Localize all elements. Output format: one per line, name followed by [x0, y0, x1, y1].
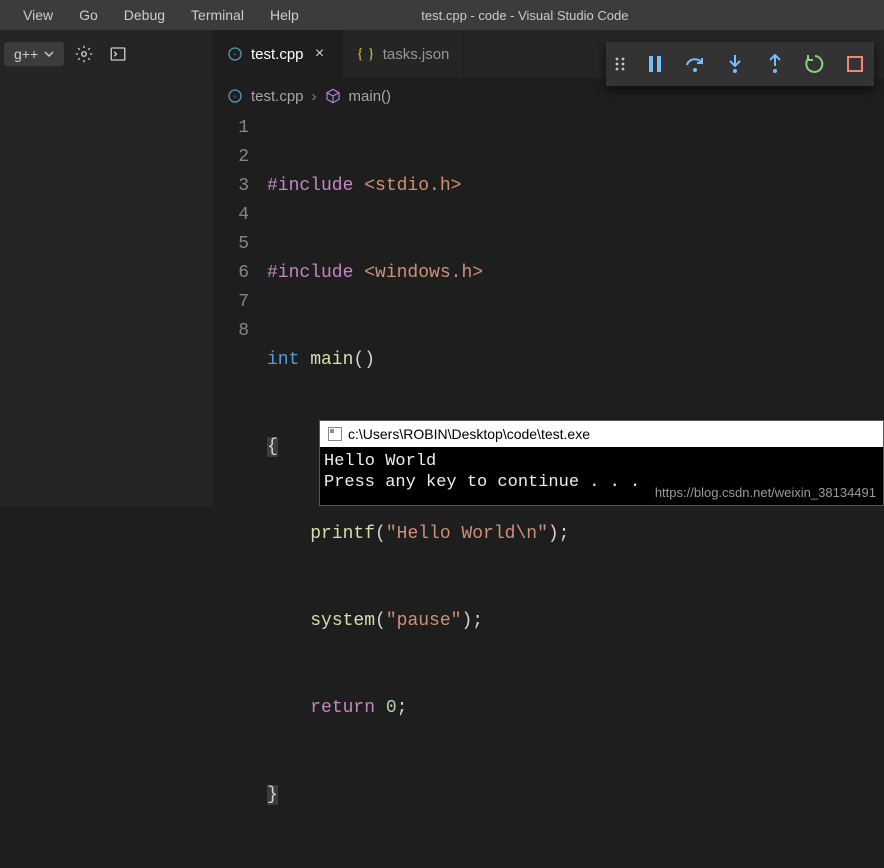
- step-into-icon[interactable]: [724, 53, 746, 75]
- restart-icon[interactable]: [804, 53, 826, 75]
- close-icon[interactable]: ×: [312, 45, 328, 63]
- window-title: test.cpp - code - Visual Studio Code: [421, 8, 628, 23]
- breadcrumb-symbol: main(): [349, 88, 392, 105]
- json-file-icon: { }: [357, 46, 375, 63]
- menu-help[interactable]: Help: [257, 7, 312, 23]
- cpp-file-icon: +: [227, 46, 243, 62]
- sidebar-panel: [0, 78, 213, 506]
- compiler-label: g++: [14, 46, 38, 62]
- menu-go[interactable]: Go: [66, 7, 111, 23]
- pause-icon[interactable]: [644, 53, 666, 75]
- stop-icon[interactable]: [844, 53, 866, 75]
- breadcrumb-separator: ›: [312, 88, 317, 105]
- tab-tasks-json[interactable]: { } tasks.json: [343, 30, 465, 78]
- console-title: c:\Users\ROBIN\Desktop\code\test.exe: [348, 426, 590, 442]
- menu-view[interactable]: View: [10, 7, 66, 23]
- svg-text:+: +: [233, 50, 237, 59]
- tab-label: tasks.json: [383, 46, 450, 63]
- tab-label: test.cpp: [251, 46, 304, 63]
- console-titlebar[interactable]: c:\Users\ROBIN\Desktop\code\test.exe: [320, 421, 883, 447]
- cube-symbol-icon: [325, 88, 341, 104]
- compiler-dropdown[interactable]: g++: [4, 42, 64, 66]
- step-over-icon[interactable]: [684, 53, 706, 75]
- menu-debug[interactable]: Debug: [111, 7, 178, 23]
- exe-icon: [328, 427, 342, 441]
- watermark-text: https://blog.csdn.net/weixin_38134491: [655, 485, 876, 500]
- breadcrumb-file: test.cpp: [251, 88, 304, 105]
- settings-gear-icon[interactable]: [70, 40, 98, 68]
- step-out-icon[interactable]: [764, 53, 786, 75]
- tab-test-cpp[interactable]: + test.cpp ×: [213, 30, 343, 78]
- menu-terminal[interactable]: Terminal: [178, 7, 257, 23]
- debug-toolbar: [606, 42, 874, 86]
- drag-handle-icon[interactable]: [614, 56, 626, 72]
- svg-text:+: +: [233, 92, 237, 101]
- terminal-panel-icon[interactable]: [104, 40, 132, 68]
- cpp-file-icon: +: [227, 88, 243, 104]
- chevron-down-icon: [44, 49, 54, 59]
- menubar: View Go Debug Terminal Help test.cpp - c…: [0, 0, 884, 30]
- line-gutter: 1 2 3 4 5 6 7 8: [213, 114, 267, 868]
